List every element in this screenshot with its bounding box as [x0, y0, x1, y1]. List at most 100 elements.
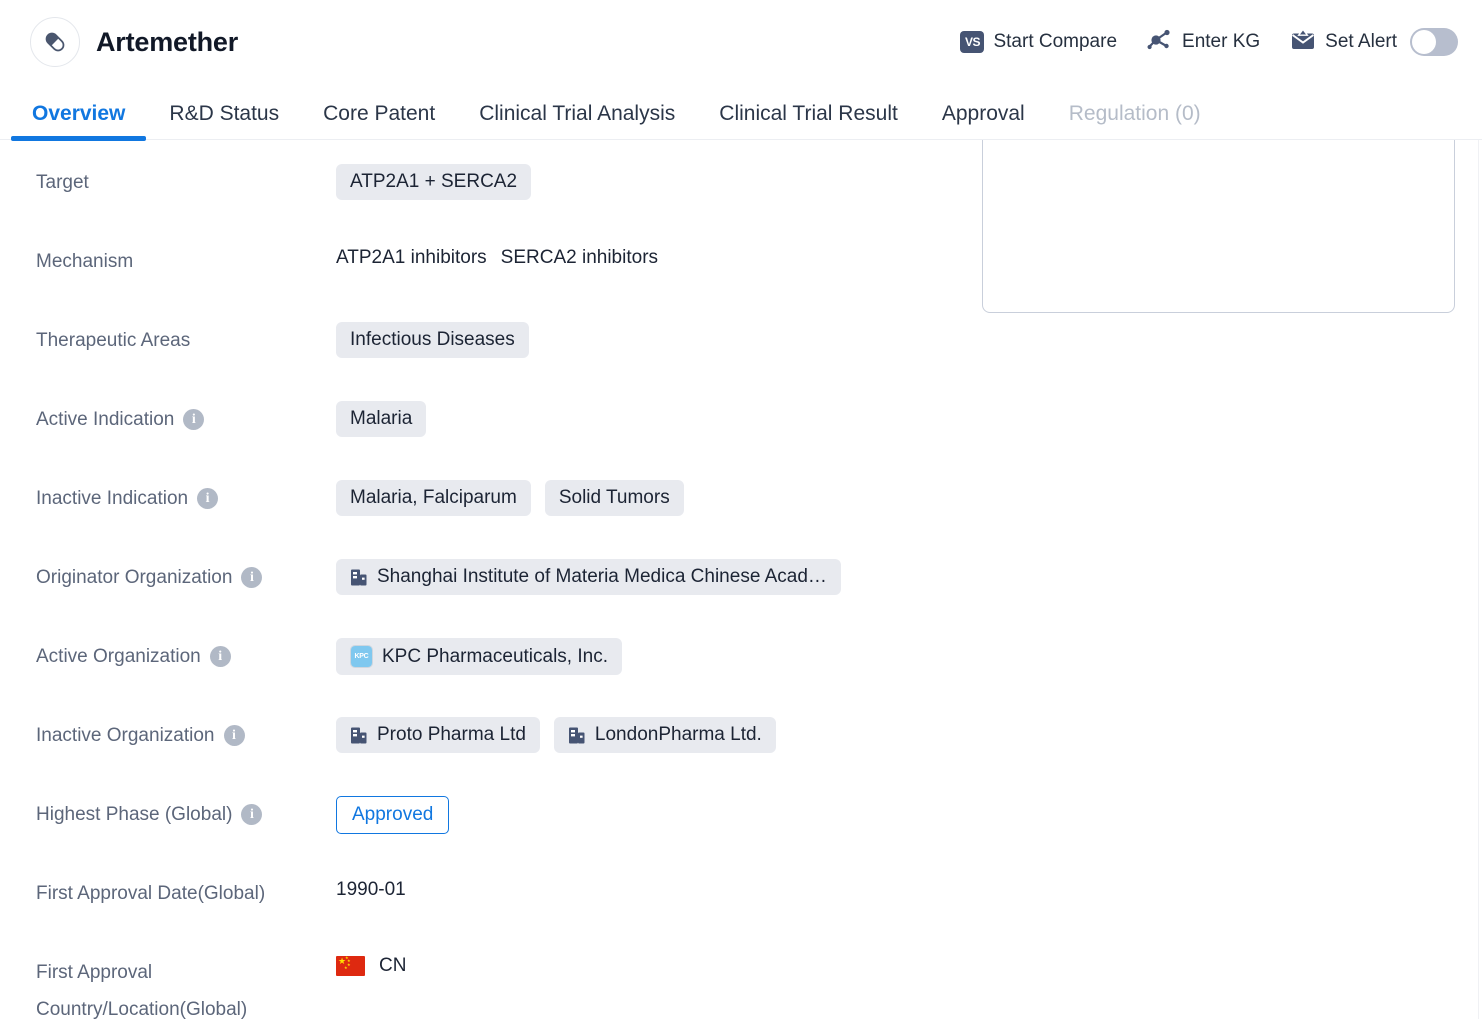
enter-kg-label: Enter KG [1182, 31, 1261, 52]
tab-regulation: Regulation (0) [1068, 102, 1201, 125]
detail-row-highest-phase: Highest Phase (Global) i Approved [0, 782, 980, 861]
vs-compare-icon: VS [960, 31, 985, 53]
label-highest-phase-text: Highest Phase (Global) [36, 804, 233, 825]
tag-active-org[interactable]: KPC KPC Pharmaceuticals, Inc. [336, 638, 622, 675]
knowledge-graph-icon [1147, 28, 1173, 57]
page-title: Artemether [96, 26, 239, 57]
active-org-name: KPC Pharmaceuticals, Inc. [382, 645, 608, 667]
detail-row-mechanism: Mechanism ATP2A1 inhibitors SERCA2 inhib… [0, 229, 980, 308]
side-info-card [982, 140, 1455, 313]
value-active-organization: KPC KPC Pharmaceuticals, Inc. [336, 624, 980, 675]
tab-approval[interactable]: Approval [920, 102, 1047, 140]
label-first-approval-country: First Approval Country/Location(Global) [0, 940, 336, 1019]
tab-clinical-trial-analysis[interactable]: Clinical Trial Analysis [457, 102, 697, 140]
tag-inactive-org-1[interactable]: Proto Pharma Ltd [336, 717, 540, 753]
inactive-org-name-1: Proto Pharma Ltd [377, 724, 526, 745]
label-inactive-indication-text: Inactive Indication [36, 488, 189, 509]
label-inactive-organization: Inactive Organization i [0, 703, 336, 754]
value-active-indication: Malaria [336, 387, 980, 437]
value-highest-phase: Approved [336, 782, 980, 834]
value-inactive-organization: Proto Pharma Ltd LondonPharma Ltd. [336, 703, 980, 753]
overview-content: Target ATP2A1 + SERCA2 Mechanism ATP2A1 … [0, 140, 1482, 1019]
tab-clinical-trial-result[interactable]: Clinical Trial Result [697, 102, 920, 140]
app-header: Artemether VS Start Compare Enter KG Set… [0, 0, 1482, 84]
value-first-approval-country: ★ ★ ★ ★ ★ CN [336, 940, 980, 977]
cn-flag-icon: ★ ★ ★ ★ ★ [336, 955, 365, 976]
label-originator-organization: Originator Organization i [0, 545, 336, 596]
info-icon[interactable]: i [197, 488, 219, 509]
label-active-organization-text: Active Organization [36, 646, 201, 667]
label-highest-phase: Highest Phase (Global) i [0, 782, 336, 833]
tab-overview[interactable]: Overview [10, 102, 147, 141]
label-mechanism: Mechanism [0, 229, 336, 280]
tag-inactive-org-2[interactable]: LondonPharma Ltd. [553, 717, 776, 753]
building-icon [568, 727, 585, 743]
info-icon[interactable]: i [209, 646, 231, 667]
pill-capsule-icon [30, 17, 80, 67]
value-originator-organization: Shanghai Institute of Materia Medica Chi… [336, 545, 980, 595]
label-mechanism-text: Mechanism [36, 251, 134, 272]
label-first-approval-date-text: First Approval Date(Global) [36, 883, 266, 904]
info-icon[interactable]: i [223, 725, 245, 746]
label-first-approval-country-line1: First Approval [36, 962, 153, 983]
label-therapeutic-areas-text: Therapeutic Areas [36, 330, 191, 351]
label-inactive-indication: Inactive Indication i [0, 466, 336, 517]
tab-bar: Overview R&D Status Core Patent Clinical… [0, 84, 1482, 141]
tab-core-patent[interactable]: Core Patent [301, 102, 457, 140]
detail-row-first-approval-country: First Approval Country/Location(Global) … [0, 940, 980, 1019]
set-alert-toggle[interactable] [1410, 28, 1458, 56]
label-first-approval-date: First Approval Date(Global) [0, 861, 336, 912]
set-alert-control[interactable]: Set Alert [1290, 27, 1458, 56]
tag-originator-org[interactable]: Shanghai Institute of Materia Medica Chi… [336, 559, 841, 595]
inactive-org-name-2: LondonPharma Ltd. [594, 724, 762, 745]
label-active-indication: Active Indication i [0, 387, 336, 438]
mechanism-item-1: ATP2A1 inhibitors [336, 247, 487, 268]
detail-row-inactive-organization: Inactive Organization i Proto Pharma Ltd [0, 703, 980, 782]
info-icon-glyph: i [232, 727, 236, 743]
detail-row-therapeutic-areas: Therapeutic Areas Infectious Diseases [0, 308, 980, 387]
label-inactive-organization-text: Inactive Organization [36, 725, 215, 746]
header-actions: VS Start Compare Enter KG Set Alert [960, 27, 1458, 57]
set-alert-label: Set Alert [1325, 31, 1397, 52]
label-target: Target [0, 150, 336, 201]
detail-row-active-indication: Active Indication i Malaria [0, 387, 980, 466]
toggle-knob [1412, 30, 1436, 54]
label-originator-organization-text: Originator Organization [36, 567, 233, 588]
first-approval-country-value: CN [379, 954, 407, 976]
detail-row-inactive-indication: Inactive Indication i Malaria, Falciparu… [0, 466, 980, 545]
tag-inactive-indication-2[interactable]: Solid Tumors [544, 480, 684, 516]
value-first-approval-date: 1990-01 [336, 861, 980, 905]
label-active-indication-text: Active Indication [36, 409, 175, 430]
drug-identity: Artemether [30, 17, 238, 67]
alert-envelope-icon [1290, 27, 1316, 56]
status-badge[interactable]: Approved [336, 796, 450, 834]
value-inactive-indication: Malaria, Falciparum Solid Tumors [336, 466, 980, 516]
label-first-approval-country-line2: Country/Location(Global) [36, 999, 248, 1019]
tag-active-indication[interactable]: Malaria [336, 401, 427, 437]
detail-row-originator-organization: Originator Organization i Shanghai Insti… [0, 545, 980, 624]
enter-kg-button[interactable]: Enter KG [1147, 28, 1260, 57]
tab-rd-status[interactable]: R&D Status [147, 102, 301, 140]
building-icon [351, 727, 367, 743]
start-compare-label: Start Compare [993, 31, 1118, 52]
info-icon-glyph: i [249, 806, 254, 822]
label-active-organization: Active Organization i [0, 624, 336, 675]
info-icon-glyph: i [191, 411, 196, 427]
detail-row-first-approval-date: First Approval Date(Global) 1990-01 [0, 861, 980, 940]
tag-target[interactable]: ATP2A1 + SERCA2 [336, 164, 532, 200]
kpc-logo-icon: KPC [350, 645, 373, 668]
first-approval-date-value: 1990-01 [336, 879, 406, 900]
right-divider [1478, 140, 1479, 1019]
originator-org-name: Shanghai Institute of Materia Medica Chi… [377, 566, 827, 587]
tag-therapeutic-area[interactable]: Infectious Diseases [336, 322, 529, 358]
kpc-logo-text: KPC [351, 646, 372, 667]
detail-row-target: Target ATP2A1 + SERCA2 [0, 150, 980, 229]
label-therapeutic-areas: Therapeutic Areas [0, 308, 336, 359]
info-icon[interactable]: i [241, 567, 263, 588]
start-compare-button[interactable]: VS Start Compare [960, 31, 1117, 53]
info-icon[interactable]: i [241, 804, 263, 825]
building-icon [351, 569, 367, 585]
tag-inactive-indication-1[interactable]: Malaria, Falciparum [336, 480, 531, 516]
mechanism-item-2: SERCA2 inhibitors [500, 247, 659, 268]
info-icon[interactable]: i [183, 409, 205, 430]
